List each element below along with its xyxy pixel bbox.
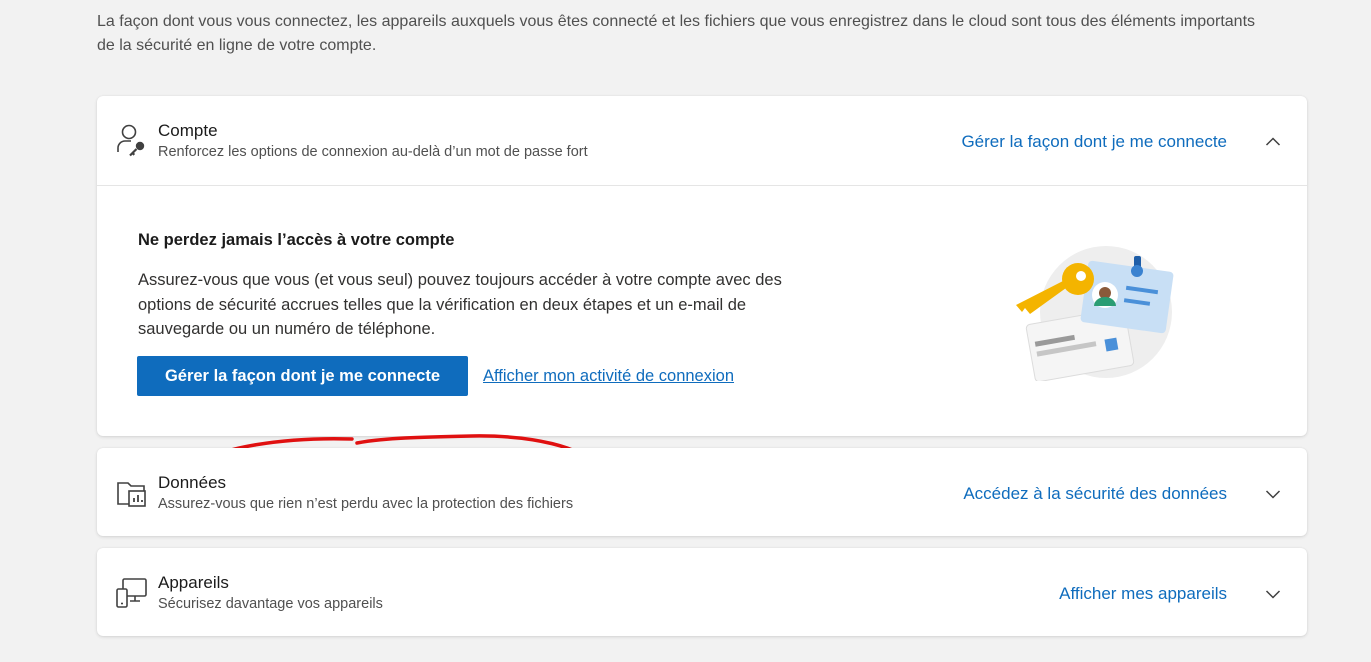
person-key-icon [117, 124, 145, 157]
account-security-illustration [1016, 246, 1174, 381]
account-subtitle: Renforcez les options de connexion au-de… [158, 144, 588, 160]
manage-signin-header-link[interactable]: Gérer la façon dont je me connecte [961, 132, 1227, 152]
folder-chart-icon [117, 482, 146, 507]
manage-signin-button[interactable]: Gérer la façon dont je me connecte [137, 356, 468, 396]
data-card-header[interactable]: Données Assurez-vous que rien n’est perd… [97, 448, 1307, 536]
data-security-link[interactable]: Accédez à la sécurité des données [963, 484, 1227, 504]
devices-card-header[interactable]: Appareils Sécurisez davantage vos appare… [97, 548, 1307, 636]
chevron-up-icon[interactable] [1263, 132, 1283, 152]
devices-card: Appareils Sécurisez davantage vos appare… [97, 548, 1307, 636]
intro-text: La façon dont vous vous connectez, les a… [97, 13, 1256, 54]
signin-activity-link[interactable]: Afficher mon activité de connexion [483, 367, 734, 386]
devices-title: Appareils [158, 573, 229, 592]
devices-subtitle: Sécurisez davantage vos appareils [158, 596, 383, 612]
account-card: Compte Renforcez les options de connexio… [97, 96, 1307, 530]
data-card: Données Assurez-vous que rien n’est perd… [97, 448, 1307, 536]
chevron-down-icon[interactable] [1263, 584, 1283, 604]
divider [97, 185, 1307, 186]
account-body-text: Assurez-vous que vous (et vous seul) pou… [138, 271, 782, 338]
devices-icon [116, 578, 147, 608]
data-title: Données [158, 473, 227, 492]
chevron-down-icon[interactable] [1263, 484, 1283, 504]
my-devices-link[interactable]: Afficher mes appareils [1059, 584, 1227, 604]
data-subtitle: Assurez-vous que rien n’est perdu avec l… [158, 496, 574, 512]
account-card-header[interactable]: Compte Renforcez les options de connexio… [97, 96, 1307, 186]
account-body-title: Ne perdez jamais l’accès à votre compte [138, 231, 455, 249]
account-title: Compte [158, 121, 218, 140]
